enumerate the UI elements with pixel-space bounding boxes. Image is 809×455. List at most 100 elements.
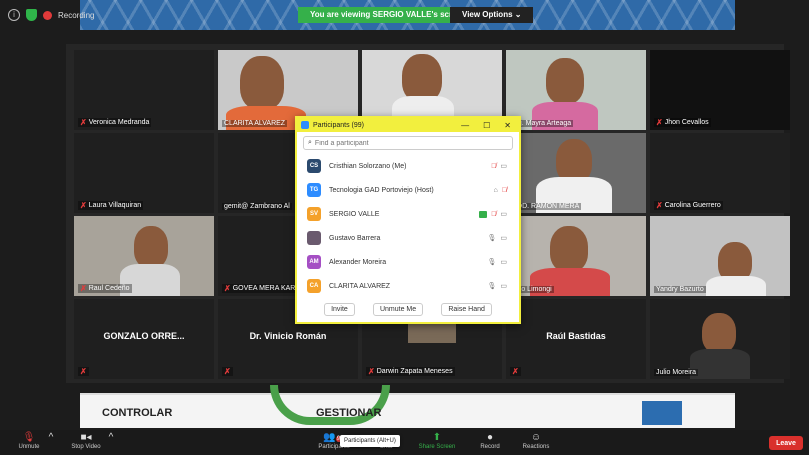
mic-icon[interactable]: 🎙	[487, 282, 496, 290]
unmute-me-button[interactable]: Unmute Me	[372, 303, 424, 316]
participant-display-name: GONZALO ORRE...	[103, 331, 185, 341]
mic-muted-icon: ✗	[512, 367, 519, 376]
audio-options-button[interactable]: ^	[44, 432, 58, 444]
video-tile[interactable]: ✗ Jhon Cevallos	[650, 50, 790, 130]
mic-muted-icon: ✗	[656, 201, 663, 210]
mic-muted-icon: ✗	[80, 367, 87, 376]
unmute-button[interactable]: 🎙 Unmute	[14, 432, 44, 450]
participant-display-name: Dr. Vinicio Román	[249, 331, 327, 341]
maximize-icon[interactable]: ☐	[483, 121, 490, 130]
avatar: AM	[307, 255, 321, 269]
record-icon: ●	[486, 432, 494, 443]
participant-name-muted: ✗	[510, 367, 521, 376]
chevron-up-icon: ^	[108, 432, 114, 443]
mic-muted-icon[interactable]: 🎙̸	[491, 163, 496, 170]
participant-row[interactable]: SV SERGIO VALLE 🎙̸ ▭	[297, 202, 519, 226]
participant-name-muted: ✗	[78, 367, 89, 376]
mic-muted-icon[interactable]: 🎙̸	[491, 211, 496, 218]
shield-icon[interactable]	[26, 9, 37, 21]
video-tile[interactable]: GONZALO ORRE... ✗	[74, 299, 214, 379]
participant-name-muted: ✗	[222, 367, 233, 376]
mic-muted-icon: ✗	[368, 367, 375, 376]
video-tile[interactable]: CDD. RAMON MERA	[506, 133, 646, 213]
video-options-button[interactable]: ^	[104, 432, 118, 444]
video-tile[interactable]: ✗ Veronica Medranda	[74, 50, 214, 130]
panel-title-bar: Participants (99) — ☐ ✕	[297, 118, 519, 132]
participant-name: ✗ Veronica Medranda	[78, 118, 152, 127]
search-icon: ⌕	[308, 139, 312, 146]
video-off-icon[interactable]: ▭	[500, 258, 507, 266]
participant-name: ✗ Jhon Cevallos	[654, 118, 711, 127]
video-off-icon[interactable]: ▭	[500, 210, 507, 218]
participant-row-name: SERGIO VALLE	[329, 210, 380, 218]
mic-muted-icon: ✗	[80, 201, 87, 210]
meeting-status: i Recording	[8, 9, 94, 21]
meeting-toolbar: 🎙 Unmute ^ ■◂ Stop Video ^ 👥99 Participa…	[0, 430, 809, 455]
share-screen-button[interactable]: ⬆ Share Screen	[414, 432, 460, 450]
participant-row[interactable]: AM Alexander Moreira 🎙 ▭	[297, 250, 519, 274]
participant-row-name: Cristhian Solorzano (Me)	[329, 162, 407, 170]
sharing-icon	[479, 210, 488, 218]
mic-muted-icon: ✗	[224, 284, 231, 293]
top-bar: i Recording You are viewing SERGIO VALLE…	[0, 0, 809, 32]
info-icon[interactable]: i	[8, 9, 20, 21]
participant-name: ✗ Darwin Zapata Meneses	[366, 367, 455, 376]
video-tile[interactable]: ✗ Laura Villaquiran	[74, 133, 214, 213]
mic-icon[interactable]: 🎙	[487, 234, 496, 242]
participant-name: gemit@ Zambrano Al	[222, 203, 292, 210]
participant-display-name: Raúl Bastidas	[546, 331, 606, 341]
video-tile[interactable]: Julio Moreira	[650, 299, 790, 379]
shared-logo	[642, 401, 682, 425]
shared-word-controlar: CONTROLAR	[102, 407, 173, 419]
record-button[interactable]: ● Record	[476, 432, 504, 450]
avatar: TG	[307, 183, 321, 197]
stop-video-button[interactable]: ■◂ Stop Video	[66, 432, 106, 450]
participants-panel: Participants (99) — ☐ ✕ ⌕ CS Cristhian S…	[295, 116, 521, 324]
participant-row[interactable]: CS Cristhian Solorzano (Me) 🎙̸ ▭	[297, 154, 519, 178]
video-off-icon[interactable]: ▭	[500, 282, 507, 290]
video-feed	[506, 133, 646, 213]
leave-button[interactable]: Leave	[769, 436, 803, 450]
shared-word-gestionar: GESTIONAR	[316, 407, 382, 419]
video-feed	[506, 50, 646, 130]
video-tile[interactable]: ✗ Carolina Guerrero	[650, 133, 790, 213]
video-feed	[506, 216, 646, 296]
mic-muted-icon: ✗	[80, 284, 87, 293]
video-tile[interactable]: Raúl Bastidas ✗	[506, 299, 646, 379]
participant-row[interactable]: Gustavo Barrera 🎙 ▭	[297, 226, 519, 250]
video-tile[interactable]: Ing. Mayra Arteaga	[506, 50, 646, 130]
participant-row-name: Alexander Moreira	[329, 258, 387, 266]
video-off-icon[interactable]: ▭	[500, 234, 507, 242]
close-icon[interactable]: ✕	[504, 121, 511, 130]
share-screen-icon: ⬆	[432, 432, 442, 443]
record-indicator-icon	[43, 10, 52, 20]
participants-tooltip: Participants (Alt+U)	[340, 435, 400, 447]
zoom-icon	[301, 121, 309, 129]
view-options-button[interactable]: View Options ⌄	[450, 7, 534, 23]
participant-row[interactable]: TG Tecnologia GAD Portoviejo (Host) ⌂ 🎙̸	[297, 178, 519, 202]
avatar: SV	[307, 207, 321, 221]
reactions-icon: ☺	[530, 432, 542, 443]
minimize-icon[interactable]: —	[461, 121, 469, 130]
search-input[interactable]	[314, 139, 495, 147]
mic-muted-icon: ✗	[224, 367, 231, 376]
participant-name: Julio Moreira	[654, 369, 699, 376]
mic-muted-icon: ✗	[656, 118, 663, 127]
participant-row[interactable]: CA CLARITA ALVAREZ 🎙 ▭	[297, 274, 519, 298]
video-tile[interactable]: uido Limongi	[506, 216, 646, 296]
video-tile[interactable]: ✗ Raul Cedeño	[74, 216, 214, 296]
invite-button[interactable]: Invite	[324, 303, 355, 316]
reactions-button[interactable]: ☺ Reactions	[518, 432, 554, 450]
panel-actions: Invite Unmute Me Raise Hand	[297, 303, 519, 316]
participant-name: ✗ Raul Cedeño	[78, 284, 132, 293]
raise-hand-button[interactable]: Raise Hand	[441, 303, 492, 316]
video-tile[interactable]: Yandry Bazurto	[650, 216, 790, 296]
mic-icon[interactable]: 🎙	[487, 258, 496, 266]
participant-name: ✗ Carolina Guerrero	[654, 201, 723, 210]
video-off-icon[interactable]: ▭	[500, 162, 507, 170]
participant-row-name: Tecnologia GAD Portoviejo (Host)	[329, 186, 434, 194]
video-feed	[650, 299, 790, 379]
mic-muted-icon[interactable]: 🎙̸	[502, 187, 507, 194]
participant-row-name: Gustavo Barrera	[329, 234, 381, 242]
recording-label: Recording	[58, 10, 95, 20]
